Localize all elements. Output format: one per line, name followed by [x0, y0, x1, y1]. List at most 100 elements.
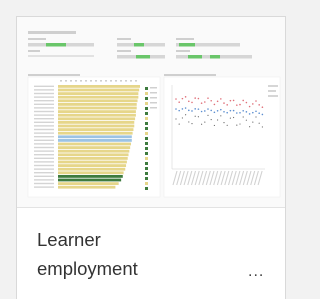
line-point	[178, 123, 180, 125]
legend-label-placeholder	[150, 102, 157, 104]
bar-label-placeholder	[34, 132, 54, 134]
line-point	[252, 103, 254, 105]
line-point	[194, 97, 196, 99]
line-point	[255, 100, 257, 102]
axis-tick-placeholder	[65, 80, 67, 82]
bar-label-placeholder	[34, 125, 54, 127]
line-point	[229, 109, 232, 112]
line-point	[207, 114, 209, 116]
line-point	[261, 113, 264, 116]
line-point	[239, 111, 241, 114]
line-point	[258, 112, 260, 115]
line-point	[181, 117, 183, 119]
line-chart-panel	[163, 74, 281, 198]
axis-tick-placeholder	[100, 80, 102, 82]
legend-swatch	[145, 122, 148, 125]
line-point	[232, 99, 235, 102]
legend-label-placeholder	[150, 97, 157, 99]
bar-label-placeholder	[34, 103, 54, 105]
legend-swatch	[145, 167, 148, 170]
line-point	[213, 111, 216, 114]
bar-label-placeholder	[34, 100, 54, 102]
line-point	[197, 108, 200, 110]
axis-tick-placeholder	[80, 80, 82, 82]
axis-tick-placeholder	[70, 80, 72, 82]
bar-label-placeholder	[34, 118, 54, 120]
bar-label-placeholder	[34, 107, 54, 109]
line-point	[226, 104, 228, 106]
line-point	[242, 116, 244, 118]
bar-label-placeholder	[34, 182, 54, 185]
line-point	[197, 116, 199, 118]
bar	[58, 146, 131, 149]
bar	[58, 103, 137, 106]
line-point	[236, 112, 238, 114]
bar	[58, 128, 134, 131]
line-point	[245, 101, 248, 104]
line-point	[181, 97, 184, 100]
line-point	[210, 99, 212, 102]
line-point	[252, 111, 254, 114]
line-point	[261, 106, 264, 109]
line-point	[242, 99, 244, 102]
more-options-button[interactable]: ...	[248, 263, 264, 281]
line-point	[204, 121, 206, 123]
bar	[58, 110, 136, 113]
bar-label-placeholder	[34, 168, 54, 170]
bar-label-placeholder	[34, 121, 54, 123]
bar-label-placeholder	[34, 89, 54, 91]
legend-swatch	[145, 152, 148, 155]
sheet-thumbnail	[17, 17, 285, 208]
thumbnail-preview	[27, 31, 281, 198]
line-point	[210, 118, 212, 121]
bar-label-placeholder	[34, 92, 54, 95]
bar-label-placeholder	[34, 172, 54, 174]
line-point	[194, 115, 196, 117]
bar-label-placeholder	[34, 136, 54, 138]
bar	[58, 182, 119, 185]
line-point	[200, 110, 203, 113]
bar	[58, 160, 127, 164]
bar-label-placeholder	[34, 179, 54, 181]
bar	[58, 178, 122, 182]
bar-label-placeholder	[34, 161, 54, 163]
line-point	[220, 108, 222, 111]
line-point	[188, 109, 190, 112]
bar	[58, 88, 140, 92]
line-point	[236, 104, 238, 106]
bar	[58, 113, 136, 117]
line-point	[210, 109, 212, 112]
bar	[58, 131, 133, 135]
legend-swatch	[145, 137, 148, 140]
line-point	[181, 108, 184, 110]
line-point	[229, 99, 232, 102]
line-point	[255, 110, 257, 113]
bar	[58, 99, 138, 103]
bar-label-placeholder	[34, 186, 54, 188]
line-point	[194, 108, 196, 110]
bar-label-placeholder	[34, 110, 54, 113]
bar	[58, 117, 136, 121]
legend-swatch	[145, 112, 148, 115]
line-point	[239, 103, 241, 106]
line-point	[185, 114, 187, 116]
bar	[58, 135, 132, 139]
axis-tick-placeholder	[130, 80, 132, 82]
sheet-card[interactable]: Learner employment ...	[16, 16, 286, 299]
bar	[58, 142, 131, 146]
bar-label-placeholder	[34, 139, 54, 141]
legend-swatch	[145, 132, 148, 135]
axis-tick-placeholder	[110, 80, 112, 82]
line-point	[184, 107, 187, 109]
line-point	[248, 113, 251, 115]
axis-tick-placeholder	[135, 80, 137, 82]
legend-label-placeholder	[150, 87, 157, 89]
line-point	[191, 122, 193, 125]
line-point	[204, 101, 206, 103]
bar-label-placeholder	[34, 164, 54, 167]
line-point	[175, 98, 177, 100]
bar-label-placeholder	[34, 146, 54, 149]
legend-swatch	[145, 102, 148, 105]
line-point	[248, 105, 251, 108]
line-point	[223, 121, 225, 124]
